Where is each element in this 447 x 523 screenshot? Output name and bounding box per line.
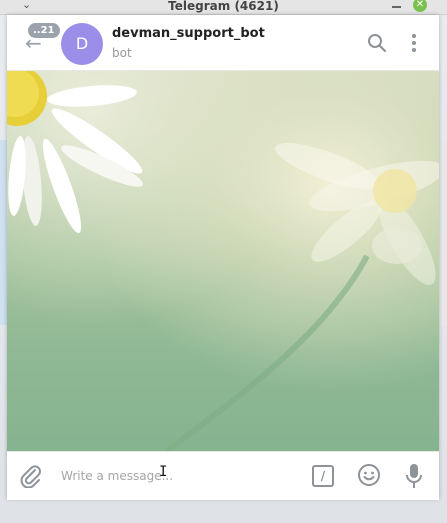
bot-commands-button[interactable]: / — [312, 465, 334, 487]
more-vertical-icon[interactable] — [408, 33, 420, 53]
chat-header: ← ..21 D devman_support_bot bot — [7, 15, 439, 71]
emoji-icon[interactable] — [357, 463, 381, 487]
daisy-wallpaper — [7, 71, 439, 451]
microphone-icon[interactable] — [404, 463, 424, 489]
telegram-window: ← ..21 D devman_support_bot bot Write a … — [7, 15, 439, 500]
minimize-icon[interactable] — [392, 6, 401, 8]
chat-wallpaper — [7, 71, 439, 451]
message-input[interactable] — [59, 464, 303, 488]
window-titlebar[interactable]: ⌄ Telegram (4621) ✕ — [0, 0, 447, 15]
search-icon[interactable] — [367, 33, 387, 53]
chat-name[interactable]: devman_support_bot — [112, 26, 265, 41]
background-window-right — [439, 140, 447, 325]
paperclip-icon[interactable] — [19, 464, 43, 488]
window-title: Telegram (4621) — [168, 0, 279, 13]
chat-status: bot — [112, 46, 132, 60]
text-cursor-icon: I — [159, 464, 168, 480]
unread-count-badge: ..21 — [28, 23, 60, 38]
avatar[interactable]: D — [61, 23, 103, 65]
message-composer: I / — [7, 451, 439, 500]
